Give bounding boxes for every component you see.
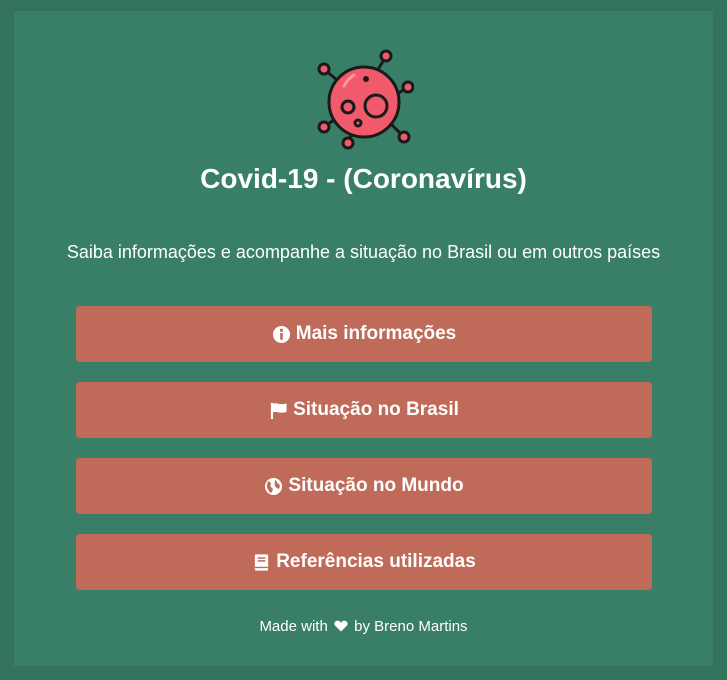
heart-icon	[334, 619, 348, 632]
main-card: Covid-19 - (Coronavírus) Saiba informaçõ…	[14, 11, 713, 666]
book-icon	[252, 553, 271, 572]
references-label: Referências utilizadas	[276, 551, 476, 572]
brazil-situation-button[interactable]: Situação no Brasil	[76, 382, 652, 438]
flag-icon	[269, 401, 288, 420]
globe-icon	[264, 477, 283, 496]
more-info-label: Mais informações	[295, 323, 457, 344]
page-subtitle: Saiba informações e acompanhe a situação…	[66, 242, 661, 262]
more-info-button[interactable]: Mais informações	[76, 306, 652, 362]
footer-prefix: Made with	[259, 618, 328, 635]
info-circle-icon	[272, 325, 291, 344]
virus-icon	[314, 41, 415, 151]
references-button[interactable]: Referências utilizadas	[76, 534, 652, 590]
brazil-situation-label: Situação no Brasil	[293, 399, 459, 420]
world-situation-button[interactable]: Situação no Mundo	[76, 458, 652, 514]
footer-author: by Breno Martins	[354, 618, 468, 635]
page-title: Covid-19 - (Coronavírus)	[200, 163, 527, 194]
world-situation-label: Situação no Mundo	[288, 475, 464, 496]
footer: Made with by Breno Martins	[14, 618, 713, 635]
